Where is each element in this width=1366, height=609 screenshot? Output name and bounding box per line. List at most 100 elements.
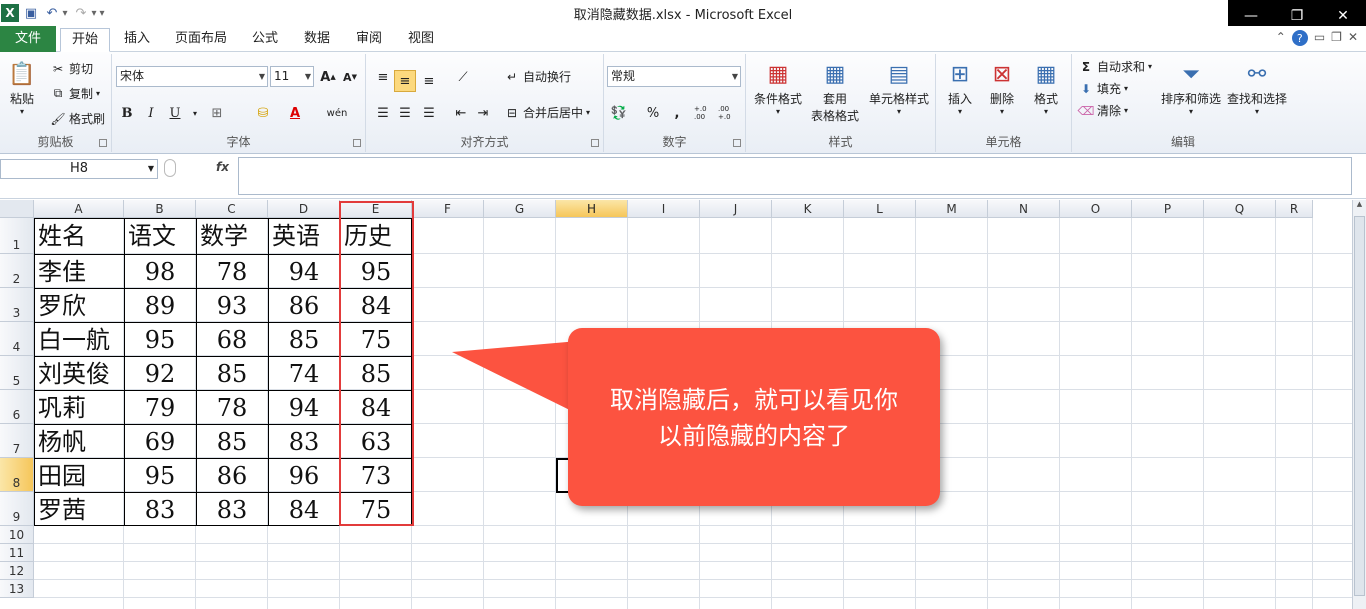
decrease-indent-icon[interactable]: ⇤ [450,102,472,124]
table-cell[interactable]: 83 [124,493,196,527]
table-cell[interactable]: 68 [196,323,268,357]
underline-button[interactable]: U [164,102,186,124]
column-header-f[interactable]: F [412,200,484,218]
number-format-select[interactable]: 常规 ▼ [607,66,741,87]
sort-filter-button[interactable]: ⏷ 排序和筛选 ▾ [1158,58,1224,117]
row-header-5[interactable]: 5 [0,356,34,390]
table-cell[interactable]: 83 [196,493,268,527]
tab-review[interactable]: 审阅 [348,28,390,52]
table-cell[interactable]: 94 [268,255,340,289]
clipboard-launcher-icon[interactable] [99,139,107,147]
column-header-b[interactable]: B [124,200,196,218]
align-bottom-icon[interactable]: ≡ [418,70,440,92]
row-header-1[interactable]: 1 [0,218,34,254]
tab-data[interactable]: 数据 [296,28,338,52]
column-header-r[interactable]: R [1276,200,1313,218]
table-cell[interactable]: 85 [196,357,268,391]
increase-decimal-button[interactable]: +.0 .00 [694,102,718,124]
table-cell[interactable]: 白一航 [34,323,124,357]
conditional-formatting-button[interactable]: ▦ 条件格式 ▾ [750,58,806,117]
fill-color-icon[interactable]: ⛁ [252,102,274,124]
table-cell[interactable]: 杨帆 [34,425,124,459]
accounting-format-icon[interactable]: 💱 [608,102,630,124]
table-cell[interactable]: 86 [196,459,268,493]
find-select-button[interactable]: ⚯ 查找和选择 ▾ [1224,58,1290,117]
alignment-launcher-icon[interactable] [591,139,599,147]
grow-font-button[interactable]: A ▲ [317,66,339,88]
workbook-close-icon[interactable]: ✕ [1348,30,1358,46]
help-icon[interactable]: ? [1291,30,1308,46]
table-cell[interactable]: 94 [268,391,340,425]
column-header-l[interactable]: L [844,200,916,218]
column-header-d[interactable]: D [268,200,340,218]
tab-page-layout[interactable]: 页面布局 [168,28,234,52]
comma-button[interactable]: , [666,102,688,124]
table-cell[interactable]: 田园 [34,459,124,493]
row-header-3[interactable]: 3 [0,288,34,322]
font-size-select[interactable]: 11 ▼ [270,66,314,87]
workbook-minimize-icon[interactable]: ▭ [1314,30,1325,46]
table-cell[interactable]: 84 [268,493,340,527]
column-header-k[interactable]: K [772,200,844,218]
merge-center-button[interactable]: ⊟ 合并后居中 ▾ [504,104,590,121]
scroll-up-icon[interactable]: ▲ [1353,200,1366,214]
align-middle-icon[interactable]: ≡ [394,70,416,92]
fill-button[interactable]: ⬇ 填充 ▾ [1078,80,1128,97]
bold-button[interactable]: B [116,102,138,124]
paste-button[interactable]: 📋 粘贴 ▾ [6,58,38,117]
row-header-10[interactable]: 10 [0,526,34,544]
column-header-p[interactable]: P [1132,200,1204,218]
increase-indent-icon[interactable]: ⇥ [472,102,494,124]
tab-home[interactable]: 开始 [60,28,110,52]
table-header-cell[interactable]: 语文 [124,219,196,255]
column-header-q[interactable]: Q [1204,200,1276,218]
table-cell[interactable]: 95 [124,459,196,493]
scrollbar-thumb[interactable] [1354,216,1365,596]
format-cells-button[interactable]: ▦ 格式 ▾ [1026,58,1066,117]
format-painter-button[interactable]: 🖌 格式刷 [50,110,105,127]
row-header-6[interactable]: 6 [0,390,34,424]
table-cell[interactable]: 罗欣 [34,289,124,323]
column-header-j[interactable]: J [700,200,772,218]
borders-icon[interactable]: ⊞ [206,102,228,124]
font-launcher-icon[interactable] [353,139,361,147]
row-header-2[interactable]: 2 [0,254,34,288]
row-header-7[interactable]: 7 [0,424,34,458]
table-header-cell[interactable]: 姓名 [34,219,124,255]
workbook-restore-icon[interactable]: ❐ [1331,30,1342,46]
table-cell[interactable]: 95 [124,323,196,357]
font-name-select[interactable]: 宋体 ▼ [116,66,268,87]
row-header-8[interactable]: 8 [0,458,34,492]
table-cell[interactable]: 74 [268,357,340,391]
cut-button[interactable]: ✂ 剪切 [50,60,93,77]
column-header-g[interactable]: G [484,200,556,218]
table-cell[interactable]: 98 [124,255,196,289]
table-cell[interactable]: 78 [196,255,268,289]
align-center-icon[interactable]: ☰ [394,102,416,124]
clear-button[interactable]: ⌫ 清除 ▾ [1078,102,1129,119]
name-box[interactable]: H8 ▼ [0,159,158,179]
tab-insert[interactable]: 插入 [114,28,160,52]
table-cell[interactable]: 69 [124,425,196,459]
table-cell[interactable]: 78 [196,391,268,425]
table-cell[interactable]: 85 [196,425,268,459]
tab-formulas[interactable]: 公式 [244,28,286,52]
vertical-scrollbar[interactable]: ▲ [1352,200,1366,609]
align-top-icon[interactable]: ≡ [372,66,394,88]
minimize-ribbon-icon[interactable]: ⌃ [1276,30,1286,46]
wrap-text-button[interactable]: ↵ 自动换行 [504,68,571,85]
table-cell[interactable]: 92 [124,357,196,391]
tab-file[interactable]: 文件 [0,26,56,52]
align-right-icon[interactable]: ☰ [418,102,440,124]
font-color-button[interactable]: A [284,102,306,124]
delete-cells-button[interactable]: ⊠ 删除 ▾ [982,58,1022,117]
row-header-13[interactable]: 13 [0,580,34,598]
tab-view[interactable]: 视图 [400,28,442,52]
copy-button[interactable]: ⧉ 复制 ▾ [50,85,100,102]
table-header-cell[interactable]: 数学 [196,219,268,255]
text-orientation-icon[interactable]: ⟋ [452,66,474,88]
table-cell[interactable]: 86 [268,289,340,323]
italic-button[interactable]: I [140,102,162,124]
table-cell[interactable]: 79 [124,391,196,425]
row-header-11[interactable]: 11 [0,544,34,562]
